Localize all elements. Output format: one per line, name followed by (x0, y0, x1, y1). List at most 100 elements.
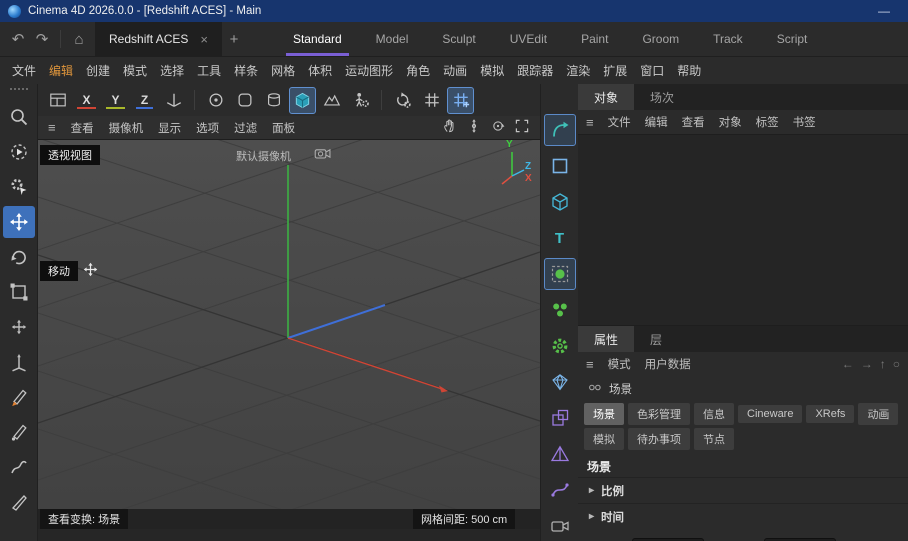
parent-object-icon[interactable]: ↑ (880, 357, 886, 371)
viewport-menu-panel[interactable]: 面板 (272, 120, 295, 136)
category-tab-scene[interactable]: 场景 (584, 403, 624, 425)
cube-object-icon[interactable] (544, 186, 576, 218)
deformer-cube-icon[interactable] (544, 402, 576, 434)
menu-tracker[interactable]: 跟踪器 (517, 62, 553, 79)
object-menu-file[interactable]: 文件 (608, 114, 631, 130)
spline-wrap-icon[interactable] (544, 474, 576, 506)
object-list[interactable] (578, 134, 908, 326)
workspace-tab[interactable]: Redshift ACES × (95, 22, 222, 57)
axis-modification-icon[interactable] (3, 346, 35, 378)
bend-deformer-icon[interactable] (544, 438, 576, 470)
menu-mode[interactable]: 模式 (123, 62, 147, 79)
viewport-layout-icon[interactable] (44, 87, 71, 114)
spline-pen-button[interactable] (544, 114, 576, 146)
snap-enabled-button[interactable] (447, 87, 474, 114)
landscape-icon[interactable] (318, 87, 345, 114)
layout-tab-uvedit[interactable]: UVEdit (493, 22, 564, 56)
history-forward-icon[interactable]: → (861, 357, 873, 371)
object-menu-bookmarks[interactable]: 书签 (793, 114, 816, 130)
layout-tab-sculpt[interactable]: Sculpt (425, 22, 492, 56)
knife-tool-icon[interactable] (3, 486, 35, 518)
attribute-menu-mode[interactable]: 模式 (608, 356, 631, 372)
layout-tab-model[interactable]: Model (359, 22, 426, 56)
text-spline-icon[interactable]: T (544, 222, 576, 254)
rounded-cube-icon[interactable] (231, 87, 258, 114)
minimize-button[interactable]: — (868, 4, 900, 18)
category-tab-cineware[interactable]: Cineware (738, 405, 802, 423)
character-rig-icon[interactable] (347, 87, 374, 114)
cluster-generator-icon[interactable] (544, 294, 576, 326)
pen-tool-icon[interactable] (3, 381, 35, 413)
category-tab-info[interactable]: 信息 (694, 403, 734, 425)
object-menu-object[interactable]: 对象 (719, 114, 742, 130)
viewport-menu-options[interactable]: 选项 (196, 120, 219, 136)
null-object-icon[interactable] (202, 87, 229, 114)
generator-gear-icon[interactable] (544, 330, 576, 362)
category-tab-simulation[interactable]: 模拟 (584, 428, 624, 450)
camera-object-icon[interactable] (544, 510, 576, 541)
command-tool-icon[interactable] (3, 171, 35, 203)
rectangle-spline-icon[interactable] (544, 150, 576, 182)
category-tab-todo[interactable]: 待办事项 (628, 428, 690, 450)
object-menu-tags[interactable]: 标签 (756, 114, 779, 130)
tab-layers[interactable]: 层 (634, 326, 678, 352)
object-menu-view[interactable]: 查看 (682, 114, 705, 130)
layout-tab-script[interactable]: Script (760, 22, 825, 56)
viewport-menu-view[interactable]: 查看 (71, 120, 94, 136)
menu-spline[interactable]: 样条 (234, 62, 258, 79)
menu-create[interactable]: 创建 (86, 62, 110, 79)
field-object-button[interactable] (544, 258, 576, 290)
viewport-menu-display[interactable]: 显示 (158, 120, 181, 136)
menu-volume[interactable]: 体积 (308, 62, 332, 79)
spline-sketch-icon[interactable] (3, 451, 35, 483)
group-scale[interactable]: ▸ 比例 (578, 477, 908, 503)
layout-tab-standard[interactable]: Standard (276, 22, 359, 56)
menu-file[interactable]: 文件 (12, 62, 36, 79)
menu-render[interactable]: 渲染 (566, 62, 590, 79)
category-tab-nodes[interactable]: 节点 (694, 428, 734, 450)
viewport-canvas[interactable]: 透视视图 默认摄像机 Y Z X 移动 (38, 140, 540, 509)
attribute-menu-userdata[interactable]: 用户数据 (645, 356, 691, 372)
menu-mesh[interactable]: 网格 (271, 62, 295, 79)
viewport-menu-icon[interactable]: ≡ (48, 120, 56, 135)
cylinder-icon[interactable] (260, 87, 287, 114)
tweak-mode-icon[interactable] (3, 136, 35, 168)
menu-window[interactable]: 窗口 (640, 62, 664, 79)
menu-help[interactable]: 帮助 (677, 62, 701, 79)
category-tab-xrefs[interactable]: XRefs (806, 405, 854, 423)
scale-tool-icon[interactable] (3, 276, 35, 308)
lock-z-axis-button[interactable]: Z (131, 87, 158, 114)
platonic-gem-icon[interactable] (544, 366, 576, 398)
viewport-menu-cameras[interactable]: 摄像机 (109, 120, 144, 136)
add-tab-button[interactable]: + (222, 32, 246, 47)
home-button[interactable]: ⌂ (67, 32, 91, 47)
menu-mograph[interactable]: 运动图形 (345, 62, 393, 79)
menu-edit[interactable]: 编辑 (49, 62, 73, 79)
palette-grip-handle[interactable] (10, 88, 28, 96)
dolly-zoom-icon[interactable] (466, 118, 482, 137)
duration-input[interactable]: 0.5 (764, 538, 836, 541)
viewport-menu-filter[interactable]: 过滤 (234, 120, 257, 136)
attribute-menu-icon[interactable]: ≡ (586, 357, 594, 372)
last-tool-icon[interactable] (3, 311, 35, 343)
orbit-view-icon[interactable] (490, 118, 506, 137)
undo-button[interactable]: ↶ (6, 32, 30, 47)
tab-takes[interactable]: 场次 (634, 84, 690, 110)
redo-button[interactable]: ↷ (30, 32, 54, 47)
lock-circle-icon[interactable]: ○ (893, 357, 900, 371)
menu-simulate[interactable]: 模拟 (480, 62, 504, 79)
cube-primitive-button[interactable] (289, 87, 316, 114)
pan-hand-icon[interactable] (442, 118, 458, 137)
object-menu-edit[interactable]: 编辑 (645, 114, 668, 130)
menu-animate[interactable]: 动画 (443, 62, 467, 79)
menu-extensions[interactable]: 扩展 (603, 62, 627, 79)
lock-x-axis-button[interactable]: X (73, 87, 100, 114)
move-tool-button[interactable] (3, 206, 35, 238)
fps-input[interactable]: 30 (632, 538, 704, 541)
category-tab-animation[interactable]: 动画 (858, 403, 898, 425)
lock-y-axis-button[interactable]: Y (102, 87, 129, 114)
coordinate-system-icon[interactable] (160, 87, 187, 114)
menu-character[interactable]: 角色 (406, 62, 430, 79)
reset-transform-icon[interactable] (389, 87, 416, 114)
category-tab-color-management[interactable]: 色彩管理 (628, 403, 690, 425)
